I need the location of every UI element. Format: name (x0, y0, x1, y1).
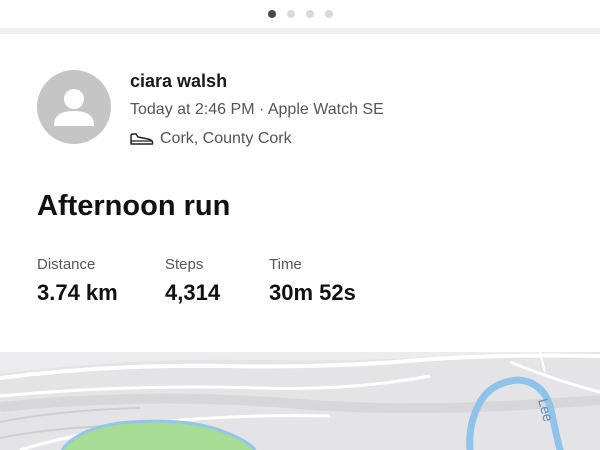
page-dot-3[interactable] (305, 10, 314, 18)
page-indicator (0, 0, 600, 28)
activity-location-row: Cork, County Cork (130, 130, 292, 148)
map-canvas: Lee (0, 352, 600, 450)
stat-label: Distance (37, 256, 96, 273)
stat-steps: Steps 4,314 (165, 256, 220, 306)
activity-card[interactable]: ciara walsh Today at 2:46 PM · Apple Wat… (0, 34, 600, 352)
route-map[interactable]: Lee (0, 352, 600, 450)
stat-label: Steps (165, 256, 204, 273)
stat-value: 3.74 km (37, 280, 118, 305)
activity-title[interactable]: Afternoon run (37, 190, 230, 223)
page-dot-1[interactable] (267, 10, 276, 18)
stat-label: Time (269, 256, 302, 273)
location-label: Cork, County Cork (160, 130, 292, 147)
page-dot-2[interactable] (286, 10, 295, 18)
stat-value: 30m 52s (269, 280, 356, 305)
page-dot-4[interactable] (324, 10, 333, 18)
stat-distance: Distance 3.74 km (37, 256, 118, 306)
person-silhouette-icon (54, 89, 94, 126)
activity-meta: Today at 2:46 PM · Apple Watch SE (130, 101, 384, 118)
avatar[interactable] (37, 70, 111, 144)
stat-value: 4,314 (165, 280, 221, 305)
stat-time: Time 30m 52s (269, 256, 356, 306)
running-shoe-icon (130, 133, 154, 145)
user-name[interactable]: ciara walsh (130, 71, 227, 92)
